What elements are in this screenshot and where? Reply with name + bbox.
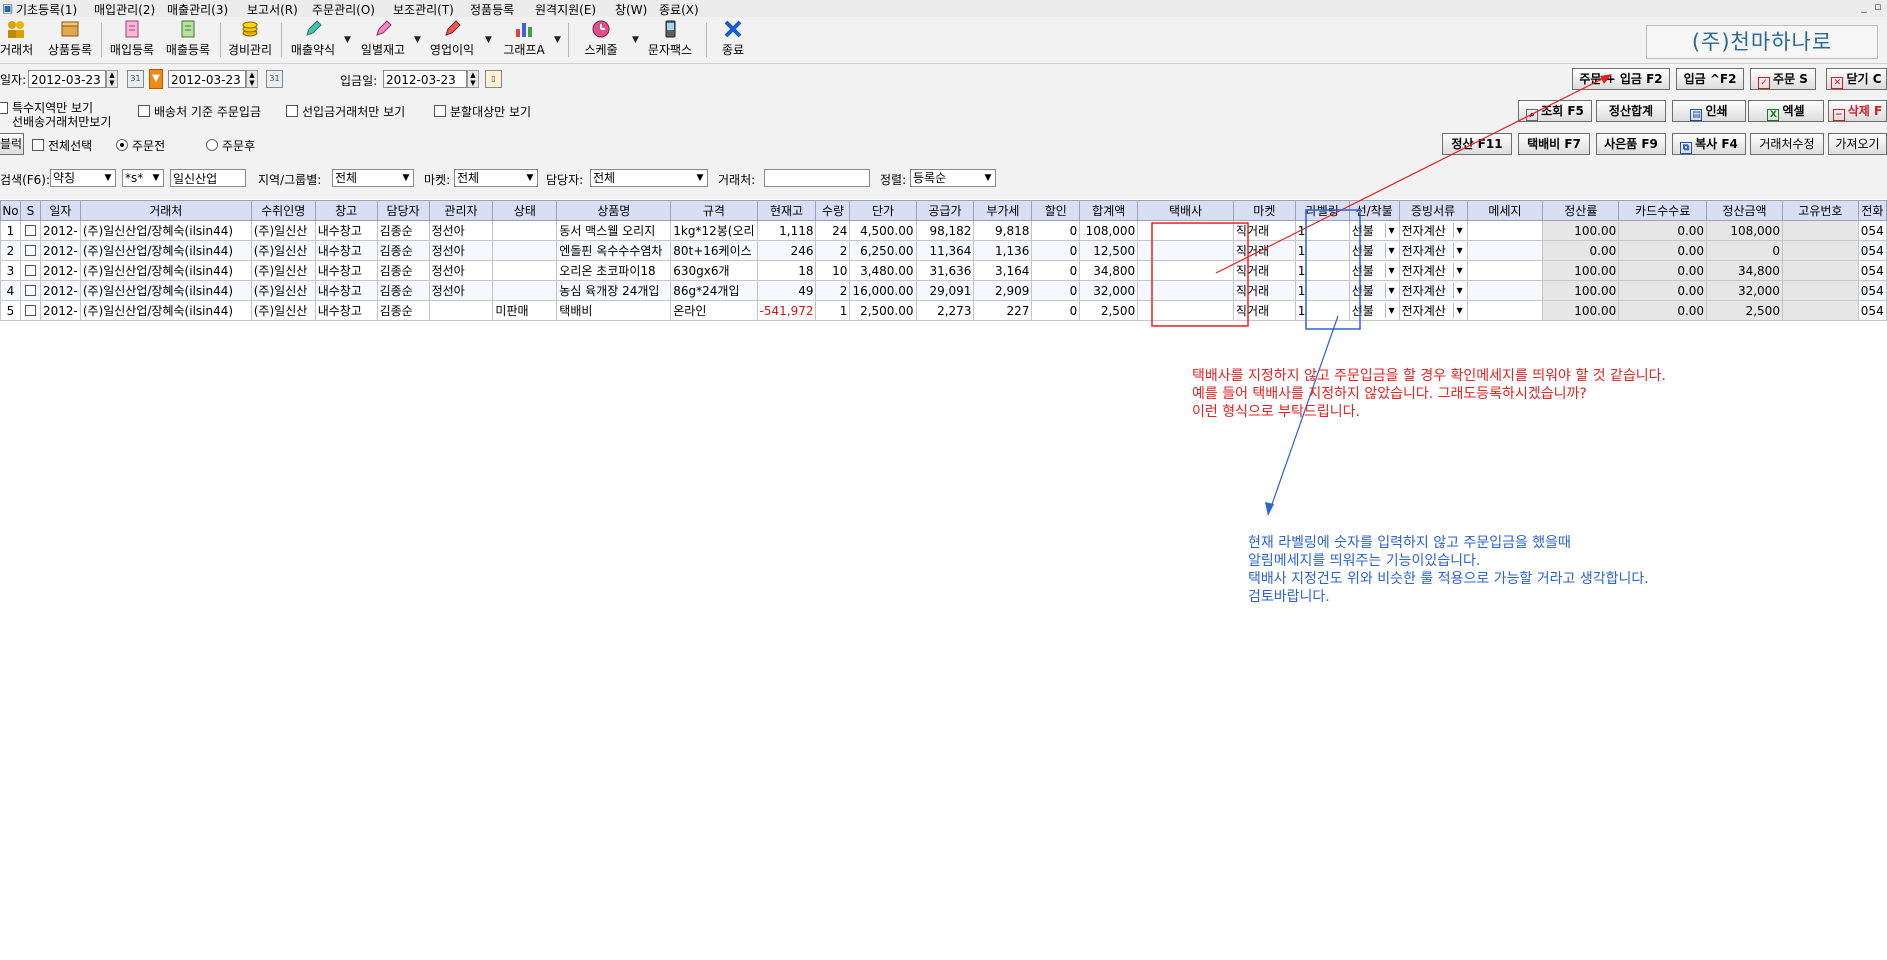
annotation-overlay — [1151, 74, 1612, 516]
labeling-highlight-box — [1305, 209, 1361, 330]
red-arrow-head — [1600, 74, 1612, 84]
blue-note-line: 현재 라벨링에 숫자를 입력하지 않고 주문입금을 했을때 — [1248, 535, 1571, 551]
red-note-line: 택배사를 지정하지 않고 주문입금을 할 경우 확인메세지를 띄워야 할 것 같… — [1192, 368, 1666, 384]
blue-arrow-head — [1265, 502, 1274, 516]
blue-note-line: 알림메세지를 띄워주는 기능이있습니다. — [1248, 553, 1481, 569]
blue-note-line: 택배사 지정건도 위와 비슷한 룰 적용으로 가능할 거라고 생각합니다. — [1248, 571, 1649, 587]
blue-note-line: 검토바랍니다. — [1248, 589, 1330, 605]
red-note-line: 이런 형식으로 부탁드립니다. — [1192, 404, 1360, 420]
blue-annotation-note: 현재 라벨링에 숫자를 입력하지 않고 주문입금을 했을때 알림메세지를 띄워주… — [1248, 534, 1649, 606]
courier-highlight-box — [1151, 222, 1249, 327]
red-arrow-line — [1215, 75, 1609, 274]
red-note-line: 예를 들어 택배사를 지정하지 않았습니다. 그래도등록하시겠습니까? — [1192, 386, 1587, 402]
red-annotation-note: 택배사를 지정하지 않고 주문입금을 할 경우 확인메세지를 띄워야 할 것 같… — [1192, 367, 1666, 421]
